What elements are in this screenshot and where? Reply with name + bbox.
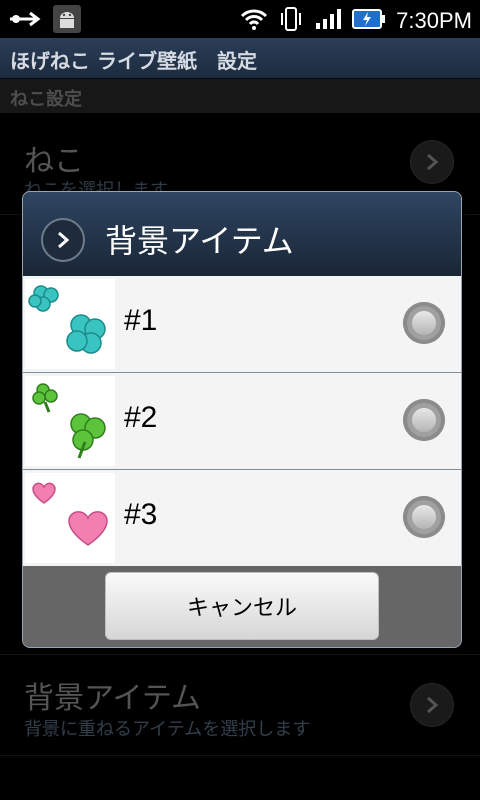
pink-heart-icon	[25, 473, 115, 563]
option-label: #3	[124, 498, 158, 531]
chevron-right-icon	[410, 140, 454, 184]
dialog-option-list: #1 #2 #3	[23, 276, 461, 567]
radio-button[interactable]	[403, 496, 445, 538]
section-header: ねこ設定	[0, 79, 480, 113]
usb-icon	[8, 7, 42, 35]
android-icon	[52, 4, 82, 38]
pref-title: ねこ	[24, 144, 84, 179]
option-label: #2	[124, 401, 158, 434]
option-row-1[interactable]: #1	[23, 276, 461, 373]
chevron-right-icon	[41, 218, 85, 262]
dialog-title: 背景アイテム	[105, 222, 294, 260]
battery-charging-icon	[352, 7, 386, 35]
dialog-header: 背景アイテム	[23, 192, 461, 276]
pref-title: 背景アイテム	[24, 681, 201, 716]
option-label: #1	[124, 304, 158, 337]
option-row-3[interactable]: #3	[23, 470, 461, 567]
section-header-label: ねこ設定	[10, 89, 82, 110]
clock: 7:30PM	[396, 8, 472, 33]
signal-icon	[314, 7, 342, 35]
vibrate-icon	[278, 6, 304, 36]
app-title: ほげねこ ライブ壁紙 設定	[10, 49, 257, 73]
pref-summary: 背景に重ねるアイテムを選択します	[24, 719, 311, 740]
blue-clover-icon	[25, 279, 115, 369]
radio-button[interactable]	[403, 302, 445, 344]
radio-button[interactable]	[403, 399, 445, 441]
wifi-icon	[240, 7, 268, 35]
app-title-bar: ほげねこ ライブ壁紙 設定	[0, 38, 480, 79]
green-clover-icon	[25, 376, 115, 466]
option-row-2[interactable]: #2	[23, 373, 461, 470]
dialog-footer: キャンセル	[23, 566, 461, 647]
status-bar: 7:30PM	[0, 0, 480, 38]
pref-item-background-item[interactable]: 背景アイテム 背景に重ねるアイテムを選択します	[0, 655, 480, 756]
cancel-button[interactable]: キャンセル	[105, 572, 379, 640]
background-item-dialog: 背景アイテム #1 #2 #3 キャンセル	[22, 191, 462, 648]
chevron-right-icon	[410, 683, 454, 727]
